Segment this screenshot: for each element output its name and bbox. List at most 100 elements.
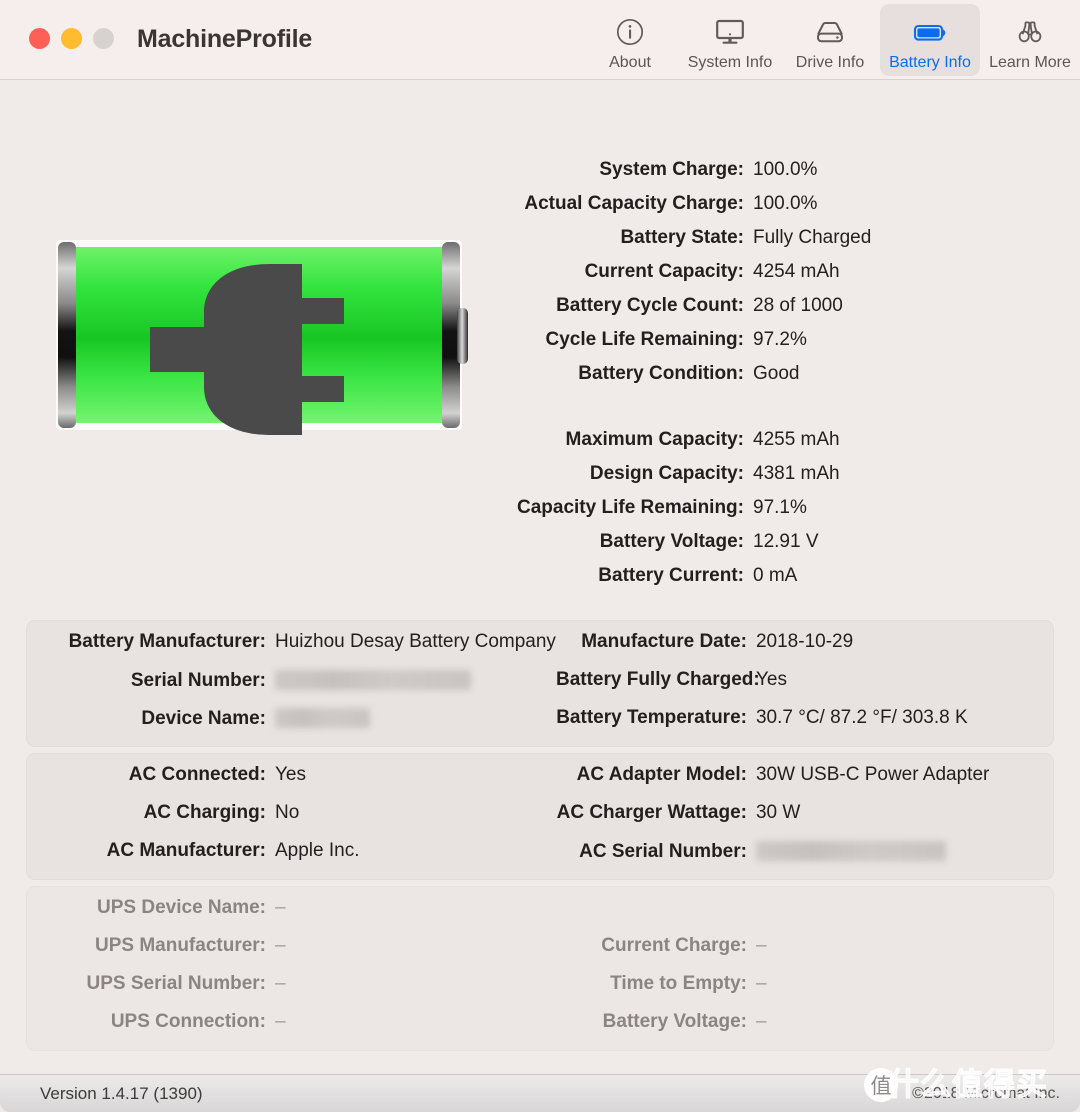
- ac-left-column: AC Connected: Yes AC Charging: No AC Man…: [27, 764, 556, 879]
- info-row: UPS Connection: –: [27, 1011, 556, 1049]
- toolbar-item-about-label: About: [609, 54, 651, 71]
- toolbar-item-system-info[interactable]: System Info: [680, 4, 780, 76]
- info-row: Maximum Capacity: 4255 mAh: [0, 429, 1080, 463]
- info-row: Actual Capacity Charge: 100.0%: [0, 193, 1080, 227]
- info-label: Actual Capacity Charge:: [524, 193, 744, 214]
- info-label: Maximum Capacity:: [565, 429, 744, 450]
- close-window-button[interactable]: [29, 28, 50, 49]
- info-value: 12.91 V: [753, 531, 819, 552]
- info-label: AC Charger Wattage:: [556, 802, 747, 823]
- info-row: AC Charger Wattage: 30 W: [556, 802, 1053, 840]
- info-label: AC Serial Number:: [579, 841, 747, 862]
- battery-summary-group-b: Maximum Capacity: 4255 mAh Design Capaci…: [0, 429, 1080, 599]
- info-value: 97.1%: [753, 497, 807, 518]
- info-value: –: [755, 935, 767, 956]
- info-label: AC Charging:: [143, 802, 266, 823]
- battery-info-content: System Charge: 100.0% Actual Capacity Ch…: [0, 81, 1080, 1074]
- info-value: Huizhou Desay Battery Company: [275, 631, 556, 652]
- info-row: Current Capacity: 4254 mAh: [0, 261, 1080, 295]
- info-row: Current Charge: –: [556, 935, 1053, 973]
- info-label: Current Capacity:: [584, 261, 744, 282]
- ups-left-column: UPS Device Name: – UPS Manufacturer: – U…: [27, 897, 556, 1050]
- toolbar-item-drive-info[interactable]: Drive Info: [780, 4, 880, 76]
- info-label: UPS Connection:: [110, 1011, 266, 1032]
- window-title: MachineProfile: [137, 25, 313, 53]
- info-row: Design Capacity: 4381 mAh: [0, 463, 1080, 497]
- info-row: Battery Temperature: 30.7 °C/ 87.2 °F/ 3…: [556, 707, 1053, 745]
- info-row: Manufacture Date: 2018-10-29: [556, 631, 1053, 669]
- machineprofile-window: MachineProfile About System Info Drive I…: [0, 0, 1080, 1112]
- info-row: Time to Empty: –: [556, 973, 1053, 1011]
- toolbar-item-about[interactable]: About: [580, 4, 680, 76]
- battery-details-right-column: Manufacture Date: 2018-10-29 Battery Ful…: [556, 631, 1053, 746]
- info-label: Battery State:: [620, 227, 744, 248]
- info-row: Battery Voltage: 12.91 V: [0, 531, 1080, 565]
- info-row: UPS Manufacturer: –: [27, 935, 556, 973]
- battery-summary-group-a: System Charge: 100.0% Actual Capacity Ch…: [0, 159, 1080, 397]
- info-label: UPS Device Name:: [97, 897, 266, 918]
- info-label: System Charge:: [599, 159, 744, 180]
- info-value: 30.7 °C/ 87.2 °F/ 303.8 K: [755, 707, 968, 728]
- ups-panel: UPS Device Name: – UPS Manufacturer: – U…: [26, 886, 1054, 1051]
- toolbar-item-learn-more-label: Learn More: [989, 54, 1071, 71]
- info-value-redacted: [275, 669, 471, 692]
- info-row: Battery Voltage: –: [556, 1011, 1053, 1049]
- zoom-window-button: [93, 28, 114, 49]
- copyright-label: ©2018 Micromat Inc.: [912, 1085, 1060, 1102]
- battery-icon: [912, 15, 948, 49]
- info-label: Current Charge:: [601, 935, 747, 956]
- info-value: 100.0%: [753, 159, 818, 180]
- info-value: No: [275, 802, 300, 823]
- info-row: Battery Cycle Count: 28 of 1000: [0, 295, 1080, 329]
- info-label: UPS Manufacturer:: [94, 935, 266, 956]
- toolbar-item-learn-more[interactable]: Learn More: [980, 4, 1080, 76]
- info-label: AC Adapter Model:: [576, 764, 747, 785]
- redaction-blur: [755, 841, 946, 861]
- info-label: Time to Empty:: [610, 973, 747, 994]
- binoculars-icon: [1013, 15, 1047, 49]
- info-label: Serial Number:: [130, 670, 266, 691]
- window-controls: [29, 28, 114, 49]
- info-label: Battery Voltage:: [602, 1011, 747, 1032]
- info-row: Battery State: Fully Charged: [0, 227, 1080, 261]
- info-value: 97.2%: [753, 329, 807, 350]
- info-row: Battery Current: 0 mA: [0, 565, 1080, 599]
- info-row: UPS Device Name: –: [27, 897, 556, 935]
- info-value: Yes: [755, 669, 787, 690]
- info-label: Battery Temperature:: [556, 707, 747, 728]
- info-label: UPS Serial Number:: [86, 973, 267, 994]
- info-label: AC Manufacturer:: [106, 840, 266, 861]
- info-value: –: [275, 1011, 286, 1032]
- info-row: AC Manufacturer: Apple Inc.: [27, 840, 556, 878]
- info-row: AC Connected: Yes: [27, 764, 556, 802]
- info-label: Device Name:: [141, 708, 266, 729]
- info-label: Capacity Life Remaining:: [517, 497, 744, 518]
- info-value: 28 of 1000: [753, 295, 843, 316]
- info-value: 30 W: [755, 802, 801, 823]
- toolbar-item-battery-info[interactable]: Battery Info: [880, 4, 980, 76]
- battery-details-panel: Battery Manufacturer: Huizhou Desay Batt…: [26, 620, 1054, 747]
- info-value: 30W USB-C Power Adapter: [755, 764, 990, 785]
- ac-power-panel: AC Connected: Yes AC Charging: No AC Man…: [26, 753, 1054, 880]
- info-label: Battery Current:: [598, 565, 744, 586]
- info-value-redacted: [755, 840, 946, 863]
- info-row: AC Charging: No: [27, 802, 556, 840]
- info-circle-icon: [615, 15, 645, 49]
- info-value: 4255 mAh: [753, 429, 840, 450]
- info-value-redacted: [275, 707, 370, 730]
- info-value: 100.0%: [753, 193, 818, 214]
- info-value: –: [275, 897, 286, 918]
- info-value: –: [755, 973, 767, 994]
- info-row: Battery Manufacturer: Huizhou Desay Batt…: [27, 631, 556, 669]
- info-value: 0 mA: [753, 565, 798, 586]
- info-row: Serial Number:: [27, 669, 556, 707]
- toolbar: About System Info Drive Info Battery Inf…: [580, 4, 1080, 78]
- info-row: Capacity Life Remaining: 97.1%: [0, 497, 1080, 531]
- desktop-icon: [714, 15, 746, 49]
- info-label: Manufacture Date:: [581, 631, 747, 652]
- ac-right-column: AC Adapter Model: 30W USB-C Power Adapte…: [556, 764, 1053, 879]
- info-label: Battery Voltage:: [599, 531, 744, 552]
- info-label: AC Connected:: [128, 764, 266, 785]
- minimize-window-button[interactable]: [61, 28, 82, 49]
- info-value: Apple Inc.: [275, 840, 360, 861]
